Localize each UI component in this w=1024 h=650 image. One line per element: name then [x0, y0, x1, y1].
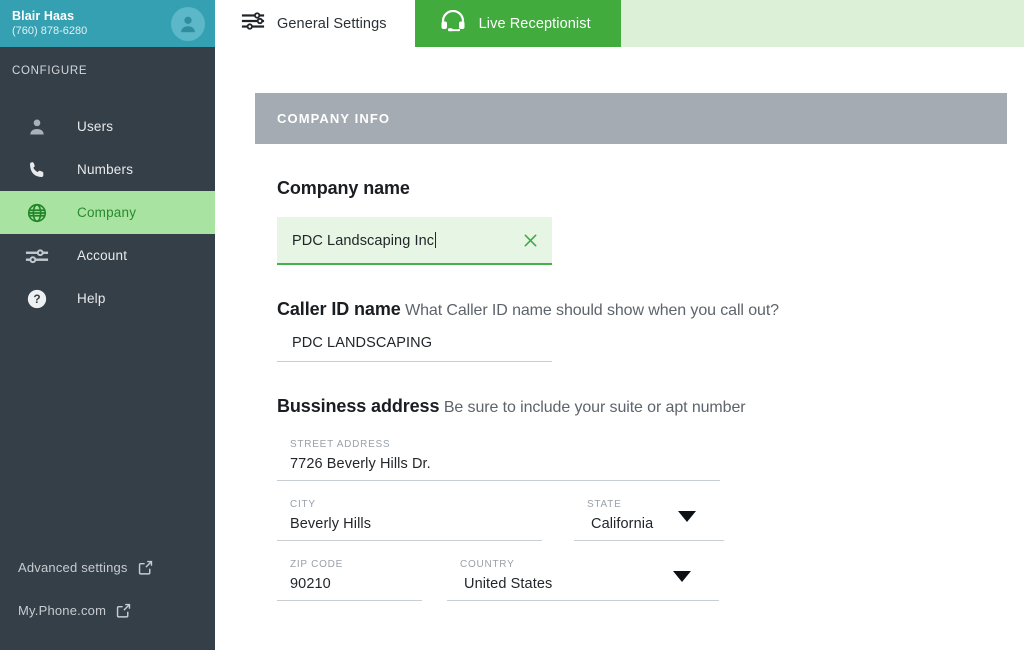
country-select[interactable]: COUNTRY United States	[447, 559, 719, 601]
sidebar-spacer	[0, 320, 215, 546]
tab-bar-filler	[621, 0, 1024, 47]
state-value: California	[587, 515, 724, 533]
headset-icon	[440, 10, 466, 37]
sidebar-item-numbers[interactable]: Numbers	[0, 148, 215, 191]
business-address-group: Bussiness address Be sure to include you…	[277, 396, 1007, 601]
sidebar: Blair Haas (760) 878-6280 CONFIGURE	[0, 0, 215, 650]
city-label: CITY	[290, 499, 542, 510]
zip-country-row: ZIP CODE 90210 COUNTRY United States	[277, 559, 1007, 601]
street-address-label: STREET ADDRESS	[290, 439, 720, 450]
app-root: Blair Haas (760) 878-6280 CONFIGURE	[0, 0, 1024, 650]
state-select[interactable]: STATE California	[574, 499, 724, 541]
sliders-icon	[22, 246, 52, 266]
user-icon	[22, 117, 52, 137]
external-link-icon	[137, 559, 154, 576]
sidebar-user-header[interactable]: Blair Haas (760) 878-6280	[0, 0, 215, 47]
caller-id-input[interactable]: PDC LANDSCAPING	[277, 334, 552, 362]
panel-body: Company name PDC Landscaping Inc	[255, 178, 1007, 601]
state-label: STATE	[587, 499, 724, 510]
sidebar-item-label: Account	[77, 248, 127, 263]
sidebar-item-label: Users	[77, 119, 113, 134]
user-name: Blair Haas	[12, 9, 171, 23]
caller-id-value: PDC LANDSCAPING	[292, 335, 432, 351]
sliders-icon	[241, 11, 265, 36]
caller-id-heading: Caller ID name What Caller ID name shoul…	[277, 299, 1007, 320]
business-address-hint: Be sure to include your suite or apt num…	[444, 399, 746, 416]
help-circle-icon: ?	[22, 288, 52, 310]
text-caret	[435, 232, 436, 248]
advanced-settings-label: Advanced settings	[18, 560, 128, 575]
sidebar-item-account[interactable]: Account	[0, 234, 215, 277]
street-address-value: 7726 Beverly Hills Dr.	[290, 455, 720, 473]
close-x-icon[interactable]	[522, 232, 538, 248]
caller-id-title: Caller ID name	[277, 299, 401, 319]
content-area: COMPANY INFO Company name PDC Landscapin…	[215, 47, 1024, 650]
caller-id-group: Caller ID name What Caller ID name shoul…	[277, 299, 1007, 362]
company-name-heading: Company name	[277, 178, 1007, 199]
business-address-heading: Bussiness address Be sure to include you…	[277, 396, 1007, 417]
sidebar-item-users[interactable]: Users	[0, 105, 215, 148]
sidebar-item-help[interactable]: ? Help	[0, 277, 215, 320]
country-label: COUNTRY	[460, 559, 719, 570]
panel-header: COMPANY INFO	[255, 93, 1007, 144]
phone-icon	[22, 160, 52, 180]
company-info-panel: COMPANY INFO Company name PDC Landscapin…	[255, 93, 1007, 601]
user-info: Blair Haas (760) 878-6280	[12, 9, 171, 38]
zip-code-input[interactable]: ZIP CODE 90210	[277, 559, 422, 601]
caller-id-hint: What Caller ID name should show when you…	[405, 302, 779, 319]
sidebar-nav: Users Numbers	[0, 105, 215, 320]
panel-header-title: COMPANY INFO	[277, 111, 390, 126]
svg-text:?: ?	[33, 292, 40, 306]
zip-code-value: 90210	[290, 575, 422, 593]
tab-general-settings-label: General Settings	[277, 16, 387, 32]
sidebar-item-label: Company	[77, 205, 136, 220]
user-avatar-icon	[177, 13, 199, 35]
city-input[interactable]: CITY Beverly Hills	[277, 499, 542, 541]
user-phone: (760) 878-6280	[12, 25, 171, 38]
company-name-group: Company name PDC Landscaping Inc	[277, 178, 1007, 265]
sidebar-item-label: Numbers	[77, 162, 133, 177]
city-value: Beverly Hills	[290, 515, 542, 533]
external-link-icon	[115, 602, 132, 619]
city-state-row: CITY Beverly Hills STATE California	[277, 499, 1007, 541]
tab-live-receptionist[interactable]: Live Receptionist	[415, 0, 621, 47]
my-phone-com-label: My.Phone.com	[18, 603, 106, 618]
sidebar-section-label: CONFIGURE	[0, 47, 215, 95]
chevron-down-icon[interactable]	[678, 511, 696, 522]
my-phone-com-link[interactable]: My.Phone.com	[0, 589, 215, 632]
sidebar-item-company[interactable]: Company	[0, 191, 215, 234]
company-name-input[interactable]: PDC Landscaping Inc	[277, 217, 552, 265]
sidebar-footer-links: Advanced settings My.Phone.com	[0, 546, 215, 650]
zip-code-label: ZIP CODE	[290, 559, 422, 570]
tab-general-settings[interactable]: General Settings	[215, 0, 415, 47]
company-name-title: Company name	[277, 178, 410, 198]
globe-icon	[22, 202, 52, 224]
business-address-title: Bussiness address	[277, 396, 439, 416]
street-address-input[interactable]: STREET ADDRESS 7726 Beverly Hills Dr.	[277, 439, 720, 481]
sidebar-item-label: Help	[77, 291, 106, 306]
chevron-down-icon[interactable]	[673, 571, 691, 582]
avatar[interactable]	[171, 7, 205, 41]
tab-live-receptionist-label: Live Receptionist	[479, 16, 591, 32]
advanced-settings-link[interactable]: Advanced settings	[0, 546, 215, 589]
tab-bar: General Settings Live Receptionist	[215, 0, 1024, 47]
company-name-value: PDC Landscaping Inc	[292, 232, 522, 249]
